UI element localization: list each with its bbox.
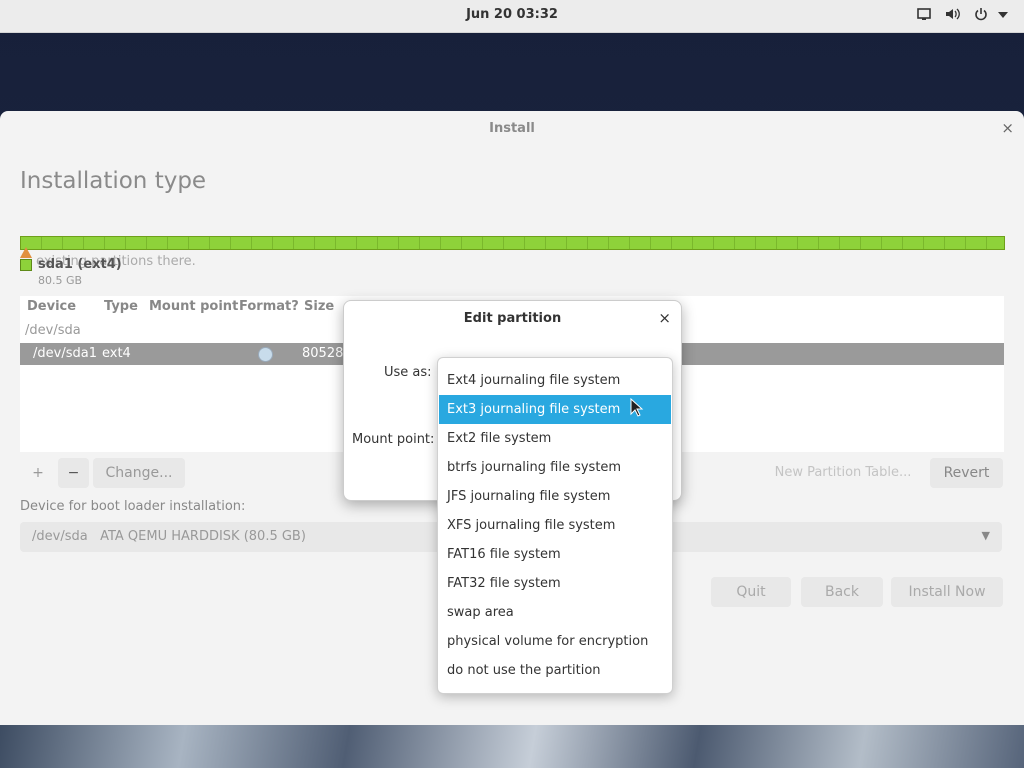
quit-button[interactable]: Quit: [711, 577, 791, 607]
column-header-mount-point[interactable]: Mount point: [149, 299, 238, 314]
partition-size: 80.5 GB: [38, 274, 83, 287]
close-icon[interactable]: ×: [1001, 119, 1014, 137]
bootloader-value: /dev/sda ATA QEMU HARDDISK (80.5 GB): [32, 529, 306, 544]
volume-icon[interactable]: [945, 7, 961, 27]
install-now-button[interactable]: Install Now: [891, 577, 1003, 607]
dropdown-arrow-icon: ▼: [981, 529, 990, 542]
menu-item-fat32[interactable]: FAT32 file system: [439, 569, 671, 598]
mouse-pointer-icon: [630, 397, 644, 422]
change-partition-button[interactable]: Change...: [93, 458, 185, 488]
menu-item-fat16[interactable]: FAT16 file system: [439, 540, 671, 569]
menu-item-btrfs[interactable]: btrfs journaling file system: [439, 453, 671, 482]
window-title: Install: [489, 121, 535, 136]
menu-item-ext2[interactable]: Ext2 file system: [439, 424, 671, 453]
column-header-type[interactable]: Type: [104, 299, 138, 314]
menu-item-jfs[interactable]: JFS journaling file system: [439, 482, 671, 511]
clock[interactable]: Jun 20 03:32: [0, 7, 1024, 22]
column-header-size[interactable]: Size: [304, 299, 334, 314]
menu-item-swap[interactable]: swap area: [439, 598, 671, 627]
menu-item-do-not-use[interactable]: do not use the partition: [439, 656, 671, 685]
page-title: Installation type: [20, 168, 207, 194]
chevron-down-icon[interactable]: [997, 7, 1009, 27]
partition-bar: [20, 236, 1005, 250]
menu-item-ext4[interactable]: Ext4 journaling file system: [439, 366, 671, 395]
use-as-label: Use as:: [384, 365, 432, 380]
cell-size: 80528: [302, 346, 344, 361]
mount-point-label: Mount point:: [352, 432, 435, 447]
remove-partition-button[interactable]: −: [58, 458, 89, 488]
power-icon[interactable]: [974, 7, 988, 27]
format-checkbox[interactable]: [258, 347, 273, 362]
new-partition-table-button[interactable]: New Partition Table...: [763, 458, 923, 488]
menu-item-encryption[interactable]: physical volume for encryption: [439, 627, 671, 656]
cell-type: ext4: [102, 346, 131, 361]
partition-color-swatch: [20, 259, 32, 271]
add-partition-button[interactable]: +: [20, 458, 56, 488]
cell-device: /dev/sda1: [33, 346, 97, 361]
mountain-wallpaper: [0, 724, 1024, 768]
screen-icon[interactable]: [917, 7, 931, 27]
table-row-device[interactable]: /dev/sda: [25, 323, 81, 338]
revert-button[interactable]: Revert: [930, 458, 1003, 488]
bootloader-label: Device for boot loader installation:: [20, 499, 246, 514]
column-header-device[interactable]: Device: [27, 299, 76, 314]
column-header-format[interactable]: Format?: [239, 299, 299, 314]
dialog-close-icon[interactable]: ×: [658, 309, 671, 327]
dialog-title: Edit partition: [463, 311, 562, 326]
partition-name: sda1 (ext4): [38, 257, 122, 272]
menu-item-xfs[interactable]: XFS journaling file system: [439, 511, 671, 540]
top-panel: Jun 20 03:32: [0, 0, 1024, 33]
back-button[interactable]: Back: [801, 577, 883, 607]
